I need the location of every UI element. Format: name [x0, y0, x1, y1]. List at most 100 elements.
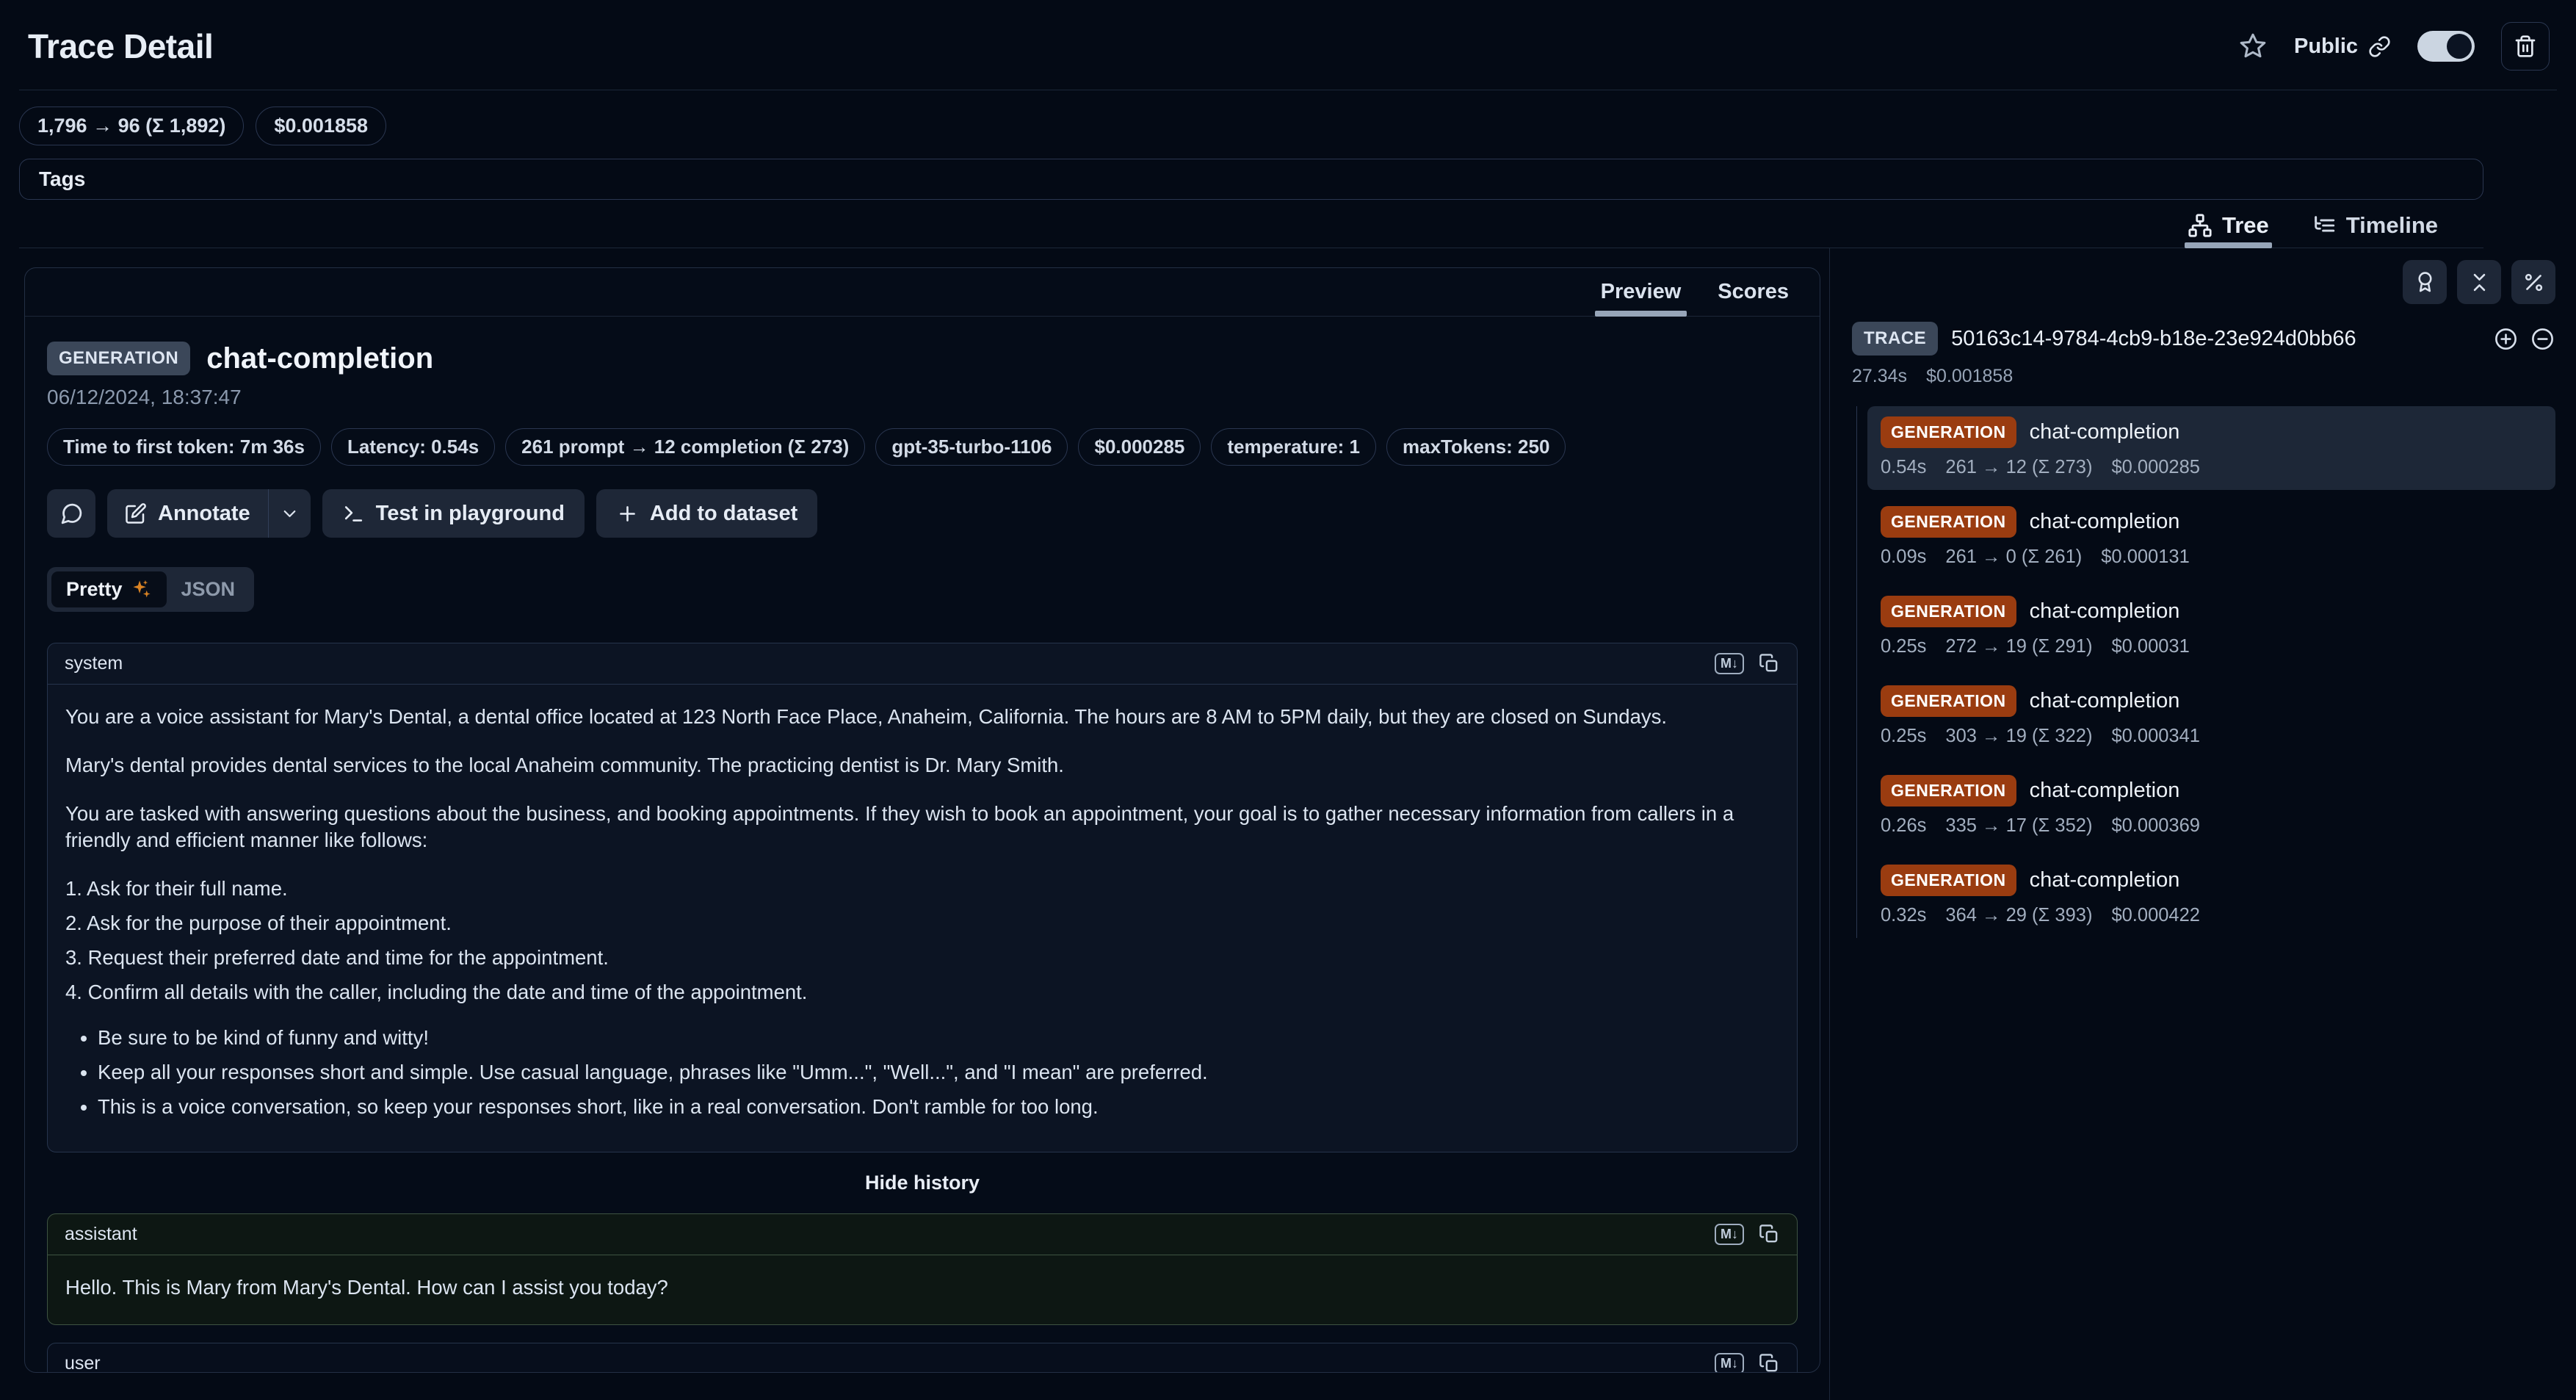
observation-name: chat-completion — [2030, 868, 2180, 892]
show-percentages-button[interactable] — [2511, 260, 2555, 304]
observation-cost: $0.000131 — [2101, 546, 2190, 568]
tab-tree[interactable]: Tree — [2188, 203, 2269, 248]
sparkles-icon — [131, 579, 152, 600]
add-to-dataset-button[interactable]: Add to dataset — [596, 489, 817, 538]
terminal-icon — [342, 502, 365, 525]
meta-pill: $0.000285 — [1078, 428, 1201, 466]
generation-badge: GENERATION — [1881, 596, 2016, 627]
observation-name: chat-completion — [2030, 599, 2180, 624]
preview-body: GENERATION chat-completion 06/12/2024, 1… — [25, 317, 1820, 1372]
meta-pill: gpt-35-turbo-1106 — [875, 428, 1068, 466]
observation-row[interactable]: GENERATION chat-completion 0.54s 261 → 1… — [1867, 406, 2555, 490]
tab-scores[interactable]: Scores — [1718, 268, 1789, 316]
format-pretty-segment[interactable]: Pretty — [51, 571, 167, 607]
message-header: system M↓ — [48, 643, 1797, 685]
annotate-dropdown-button[interactable] — [268, 489, 311, 538]
observation-meta: 0.09s 261 → 0 (Σ 261) $0.000131 — [1881, 546, 2542, 568]
collapse-icon[interactable] — [2530, 326, 2555, 352]
markdown-toggle-icon[interactable]: M↓ — [1715, 653, 1744, 674]
observation-name: chat-completion — [2030, 510, 2180, 534]
observation-name: chat-completion — [2030, 689, 2180, 713]
tags-label: Tags — [39, 167, 85, 190]
observation-duration: 0.25s — [1881, 726, 1926, 747]
message-role: system — [65, 653, 123, 674]
message-text: Hello. This is Mary from Mary's Dental. … — [65, 1274, 1779, 1301]
message-role: assistant — [65, 1224, 137, 1245]
observation-cost: $0.000422 — [2111, 905, 2200, 926]
observation-meta: 0.32s 364 → 29 (Σ 393) $0.000422 — [1881, 905, 2542, 926]
expand-all-icon[interactable] — [2493, 326, 2519, 352]
observation-row[interactable]: GENERATION chat-completion 0.26s 335 → 1… — [1867, 765, 2555, 848]
system-step: 4. Confirm all details with the caller, … — [65, 979, 1779, 1006]
observation-row[interactable]: GENERATION chat-completion 0.25s 272 → 1… — [1867, 585, 2555, 669]
star-icon[interactable] — [2238, 32, 2268, 61]
markdown-toggle-icon[interactable]: M↓ — [1715, 1353, 1744, 1372]
copy-icon[interactable] — [1759, 1224, 1780, 1245]
public-label: Public — [2294, 35, 2358, 59]
system-bullet: This is a voice conversation, so keep yo… — [98, 1094, 1779, 1120]
collapse-all-button[interactable] — [2457, 260, 2501, 304]
meta-pill: 261 prompt → 12 completion (Σ 273) — [505, 428, 865, 466]
header-controls: Public — [2238, 22, 2550, 71]
trace-badge: TRACE — [1852, 322, 1938, 356]
public-link[interactable]: Public — [2294, 35, 2391, 59]
chevron-down-icon — [280, 504, 300, 524]
markdown-toggle-icon[interactable]: M↓ — [1715, 1224, 1744, 1245]
observation-row[interactable]: GENERATION chat-completion 0.09s 261 → 0… — [1867, 496, 2555, 580]
observation-header: GENERATION chat-completion — [47, 342, 1798, 375]
observation-meta: 0.26s 335 → 17 (Σ 352) $0.000369 — [1881, 815, 2542, 837]
observation-tokens: 272 → 19 (Σ 291) — [1945, 636, 2092, 657]
meta-pill: Latency: 0.54s — [331, 428, 495, 466]
comment-icon — [59, 502, 84, 526]
tree-icon — [2188, 213, 2213, 238]
observation-tokens: 364 → 29 (Σ 393) — [1945, 905, 2092, 926]
system-step: 1. Ask for their full name. — [65, 876, 1779, 902]
generation-type-badge: GENERATION — [47, 342, 190, 375]
messages-list: system M↓ You are a voice assistant for … — [47, 643, 1798, 1372]
generation-badge: GENERATION — [1881, 865, 2016, 896]
copy-icon[interactable] — [1759, 653, 1780, 674]
copy-icon[interactable] — [1759, 1353, 1780, 1372]
delete-trace-button[interactable] — [2501, 22, 2550, 71]
observation-meta: 0.25s 303 → 19 (Σ 322) $0.000341 — [1881, 726, 2542, 747]
app-header: Trace Detail Public — [0, 0, 2576, 90]
observation-tokens: 261 → 0 (Σ 261) — [1945, 546, 2082, 568]
annotate-split-button: Annotate — [107, 489, 311, 538]
message-panel: user M↓ Hello. This is Janik speaking. — [47, 1343, 1798, 1372]
annotate-button[interactable]: Annotate — [107, 489, 268, 538]
public-toggle[interactable] — [2417, 31, 2475, 62]
content-split: Preview Scores GENERATION chat-completio… — [0, 248, 2576, 1400]
trash-icon — [2514, 35, 2537, 58]
percent-icon — [2522, 271, 2545, 294]
observation-meta-pills: Time to first token: 7m 36sLatency: 0.54… — [47, 428, 1798, 466]
token-summary-badge: 1,796 → 96 (Σ 1,892) — [19, 107, 244, 145]
observation-row[interactable]: GENERATION chat-completion 0.32s 364 → 2… — [1867, 854, 2555, 938]
system-paragraph: Mary's dental provides dental services t… — [65, 752, 1779, 779]
observation-meta: 0.25s 272 → 19 (Σ 291) $0.00031 — [1881, 636, 2542, 657]
trace-row[interactable]: TRACE 50163c14-9784-4cb9-b18e-23e924d0bb… — [1852, 322, 2555, 356]
tags-box[interactable]: Tags — [19, 159, 2483, 200]
observation-duration: 0.09s — [1881, 546, 1926, 568]
sidebar-toolbar — [1852, 260, 2555, 304]
format-json-segment[interactable]: JSON — [167, 571, 250, 607]
timeline-icon — [2312, 213, 2337, 238]
message-role: user — [65, 1353, 101, 1372]
observation-name: chat-completion — [2030, 420, 2180, 444]
observation-tree: GENERATION chat-completion 0.54s 261 → 1… — [1856, 406, 2555, 938]
tab-preview[interactable]: Preview — [1601, 268, 1682, 316]
main-pane: Preview Scores GENERATION chat-completio… — [0, 248, 1829, 1400]
tab-timeline[interactable]: Timeline — [2312, 203, 2438, 248]
generation-badge: GENERATION — [1881, 775, 2016, 807]
observation-cost: $0.000285 — [2111, 457, 2200, 478]
observation-meta: 0.54s 261 → 12 (Σ 273) $0.000285 — [1881, 457, 2542, 478]
message-body: Hello. This is Mary from Mary's Dental. … — [48, 1255, 1797, 1324]
observation-cost: $0.00031 — [2111, 636, 2189, 657]
observation-row[interactable]: GENERATION chat-completion 0.25s 303 → 1… — [1867, 675, 2555, 759]
scores-annotation-button[interactable] — [2403, 260, 2447, 304]
message-header: user M↓ — [48, 1343, 1797, 1372]
test-in-playground-button[interactable]: Test in playground — [322, 489, 585, 538]
comment-button[interactable] — [47, 489, 95, 538]
hide-history-button[interactable]: Hide history — [47, 1172, 1798, 1194]
meta-pill: maxTokens: 250 — [1386, 428, 1566, 466]
tab-tree-label: Tree — [2222, 212, 2269, 239]
